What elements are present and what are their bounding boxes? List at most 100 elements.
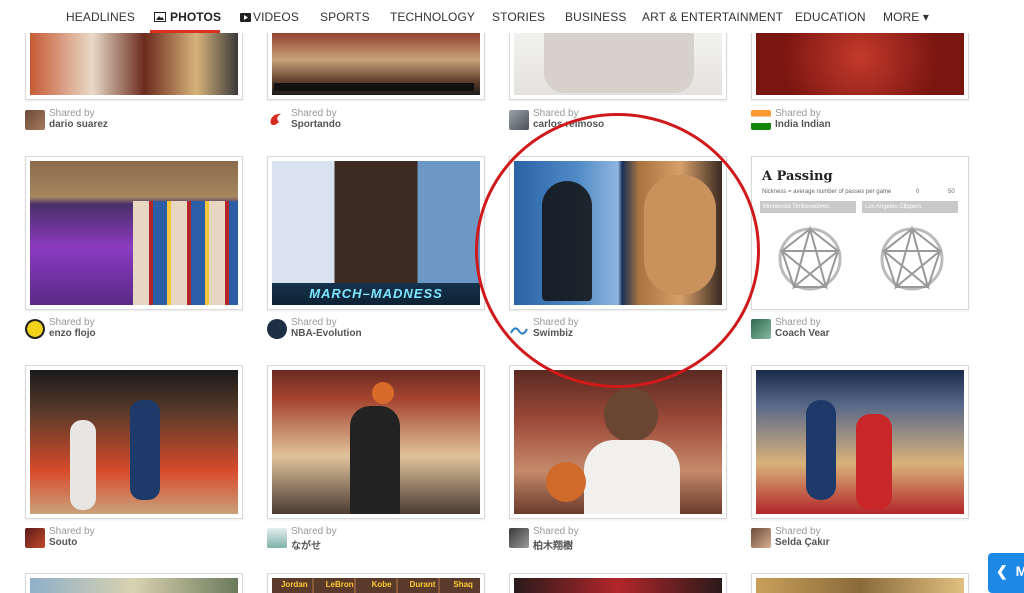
share-info: Shared by Selda Çakır — [751, 526, 971, 552]
shared-by-label: Shared by — [49, 108, 95, 119]
photo-tile[interactable] — [751, 26, 969, 100]
photo-tile[interactable] — [509, 156, 727, 310]
sharer-name[interactable]: Coach Vear — [775, 328, 829, 339]
photo-tile[interactable]: Jordan LeBron Kobe Durant Shaq — [267, 573, 485, 593]
shared-by-label: Shared by — [775, 526, 821, 537]
nav-more-dropdown[interactable]: MORE ▾ — [883, 10, 929, 24]
avatar[interactable] — [25, 528, 45, 548]
legend-name: Jordan — [280, 580, 308, 589]
shared-by-label: Shared by — [291, 108, 337, 119]
legend-name: Shaq — [453, 580, 473, 589]
shared-by-label: Shared by — [775, 317, 821, 328]
team-right-bar: Los Angeles Clippers — [862, 201, 958, 213]
nav-stories[interactable]: STORIES — [492, 10, 545, 24]
shared-by-label: Shared by — [49, 526, 95, 537]
photo-tile[interactable] — [509, 573, 727, 593]
team-left-bar: Minnesota Timberwolves — [760, 201, 856, 213]
photo-tile[interactable] — [509, 26, 727, 100]
share-info: Shared by Coach Vear — [751, 317, 971, 343]
share-info: Shared by Sportando — [267, 108, 487, 134]
share-info: Shared by 柏木翔樹 — [509, 526, 729, 552]
photo — [514, 578, 722, 593]
top-navigation: HEADLINES PHOTOS VIDEOS SPORTS TECHNOLOG… — [0, 0, 1024, 33]
photo-tile[interactable] — [25, 573, 243, 593]
nav-sports[interactable]: SPORTS — [320, 10, 370, 24]
share-info: Shared by enzo flojo — [25, 317, 245, 343]
scoreboard-strip — [274, 83, 474, 91]
side-panel-toggle[interactable]: ❮ M — [988, 553, 1024, 593]
photo — [30, 578, 238, 593]
legends-collage-photo: Jordan LeBron Kobe Durant Shaq — [272, 578, 480, 593]
sharer-name[interactable]: dario suarez — [49, 119, 108, 130]
sportando-logo-icon[interactable] — [267, 110, 287, 130]
nav-headlines[interactable]: HEADLINES — [66, 10, 135, 24]
nav-business[interactable]: BUSINESS — [565, 10, 627, 24]
basketball-game-photo — [30, 370, 238, 514]
sharer-name[interactable]: 柏木翔樹 — [533, 537, 573, 552]
photo-tile[interactable] — [751, 365, 969, 519]
avatar[interactable] — [267, 319, 287, 339]
sharer-name[interactable]: enzo flojo — [49, 328, 96, 339]
sharer-name[interactable]: Swimbiz — [533, 328, 573, 339]
shared-by-label: Shared by — [291, 526, 337, 537]
shared-by-label: Shared by — [533, 317, 579, 328]
share-info: Shared by Swimbiz — [509, 317, 729, 343]
photo-tile[interactable] — [25, 26, 243, 100]
active-tab-underline — [150, 30, 220, 33]
photo-tile[interactable] — [509, 365, 727, 519]
shared-by-label: Shared by — [533, 108, 579, 119]
nav-photos-label: PHOTOS — [170, 10, 222, 24]
photo-tile[interactable] — [25, 365, 243, 519]
infographic-subtitle: Nickness = average number of passes per … — [762, 189, 892, 195]
shared-by-label: Shared by — [775, 108, 821, 119]
photo-tile[interactable]: MARCH–MADNESS — [267, 156, 485, 310]
avatar[interactable] — [25, 110, 45, 130]
scale-min: 0 — [916, 189, 920, 195]
nav-education[interactable]: EDUCATION — [795, 10, 866, 24]
sharer-name[interactable]: carlos reimoso — [533, 119, 604, 130]
share-info: Shared by dario suarez — [25, 108, 245, 134]
avatar[interactable] — [509, 110, 529, 130]
shared-by-label: Shared by — [291, 317, 337, 328]
heat-jersey-photo — [756, 31, 964, 95]
avatar[interactable] — [267, 528, 287, 548]
photo-tile[interactable] — [25, 156, 243, 310]
share-info: Shared by NBA-Evolution — [267, 317, 487, 343]
india-flag-icon[interactable] — [751, 110, 771, 130]
nav-photos[interactable]: PHOTOS — [154, 10, 221, 24]
photo-tile[interactable] — [751, 573, 969, 593]
sharer-name[interactable]: India Indian — [775, 119, 831, 130]
sharer-name[interactable]: Souto — [49, 537, 77, 548]
share-info: Shared by ながせ — [267, 526, 487, 552]
nav-videos-label: VIDEOS — [253, 10, 299, 24]
swimmer-and-laughing-face-photo — [514, 161, 722, 305]
share-info: Shared by carlos reimoso — [509, 108, 729, 134]
avatar[interactable] — [25, 319, 45, 339]
legends-names: Jordan LeBron Kobe Durant Shaq — [272, 580, 480, 589]
photo-tile[interactable] — [267, 26, 485, 100]
share-info: Shared by Souto — [25, 526, 245, 552]
shared-by-label: Shared by — [49, 317, 95, 328]
photo-tile[interactable]: A Passing Nickness = average number of p… — [751, 156, 969, 310]
avatar[interactable] — [751, 319, 771, 339]
sharer-name[interactable]: Selda Çakır — [775, 537, 829, 548]
avatar[interactable] — [509, 528, 529, 548]
legend-name: LeBron — [325, 580, 354, 589]
photo-icon — [154, 12, 166, 22]
sharer-name[interactable]: NBA-Evolution — [291, 328, 362, 339]
march-madness-banner: MARCH–MADNESS — [272, 283, 480, 305]
nav-technology[interactable]: TECHNOLOGY — [390, 10, 475, 24]
chevron-left-icon: ❮ — [996, 563, 1008, 579]
march-madness-collage: MARCH–MADNESS — [272, 161, 480, 305]
basketball-court-photo — [272, 31, 480, 95]
sharer-name[interactable]: Sportando — [291, 119, 341, 130]
sharer-name[interactable]: ながせ — [291, 537, 321, 552]
avatar[interactable] — [751, 528, 771, 548]
nav-art-entertainment[interactable]: ART & ENTERTAINMENT — [642, 10, 783, 24]
basketball-photo — [30, 31, 238, 95]
legend-name: Durant — [409, 580, 436, 589]
swimbiz-logo-icon[interactable] — [509, 319, 529, 339]
nav-videos[interactable]: VIDEOS — [240, 10, 299, 24]
photo-tile[interactable] — [267, 365, 485, 519]
raptors-game-photo — [756, 370, 964, 514]
